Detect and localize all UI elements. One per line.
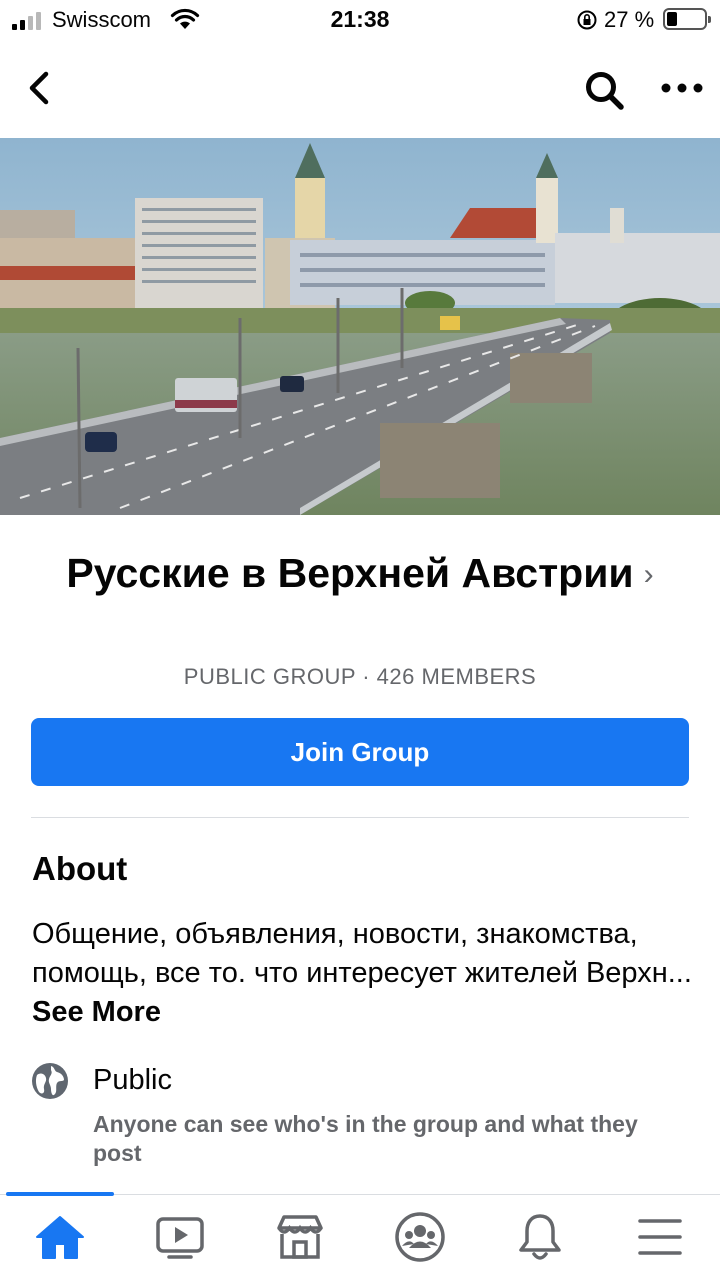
video-icon [156,1217,204,1259]
see-more-link[interactable]: See More [32,996,161,1028]
active-tab-indicator [6,1192,114,1196]
top-nav-bar [0,50,720,130]
tab-watch[interactable] [150,1207,210,1267]
group-cover-photo[interactable] [0,138,720,515]
tab-marketplace[interactable] [270,1207,330,1267]
store-icon [277,1215,323,1259]
back-chevron-icon[interactable] [22,68,58,108]
tab-groups[interactable] [390,1207,450,1267]
groups-icon [395,1212,445,1262]
group-name-text: Русские в Верхней Австрии [66,550,634,596]
tab-home[interactable] [30,1207,90,1267]
bottom-tab-bar [0,1192,720,1280]
privacy-label: Public [93,1064,172,1096]
join-group-button[interactable]: Join Group [31,718,689,786]
group-privacy-and-members: PUBLIC GROUP · 426 MEMBERS [183,664,537,689]
bell-icon [519,1214,561,1260]
about-heading: About [32,850,128,887]
tab-notifications[interactable] [510,1207,570,1267]
battery-percentage: 27 % [604,7,655,32]
status-bar: Swisscom 21:38 27 % [0,0,720,40]
tab-menu[interactable] [630,1207,690,1267]
globe-icon [32,1063,68,1099]
about-description-text: Общение, объявления, новости, знакомства… [32,918,692,989]
group-name[interactable]: Русские в Верхней Австрии › [60,545,660,603]
chevron-right-icon: › [643,558,654,591]
privacy-description: Anyone can see who's in the group and wh… [93,1111,638,1166]
more-options-icon[interactable] [660,78,704,98]
about-description: Общение, объявления, новости, знакомства… [32,915,692,1032]
battery-icon [663,8,711,30]
orientation-lock-icon [577,10,597,30]
search-icon[interactable] [582,68,626,112]
divider [31,817,689,818]
home-icon [36,1216,84,1259]
menu-icon [638,1219,682,1255]
